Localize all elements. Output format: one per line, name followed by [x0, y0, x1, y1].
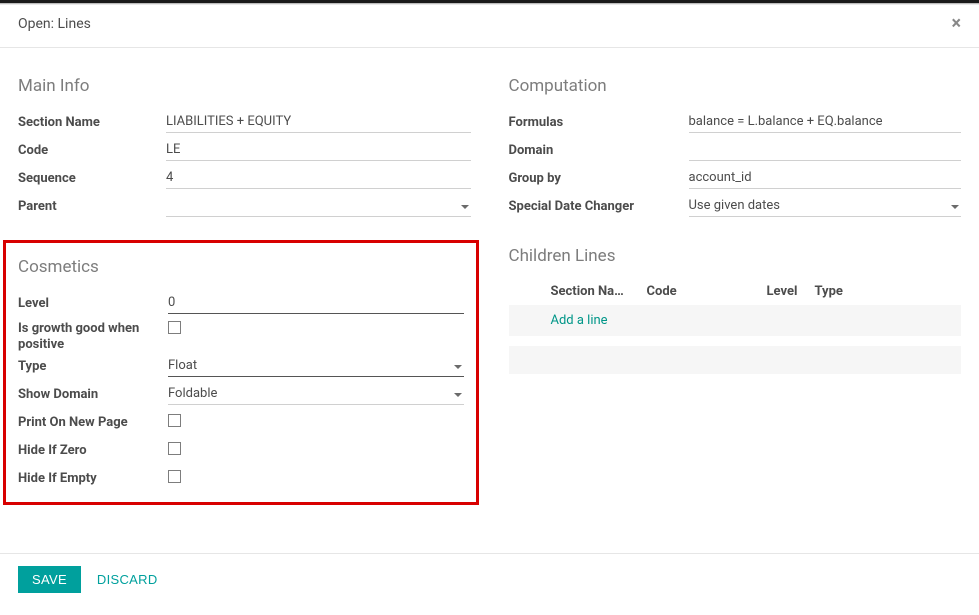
label-parent: Parent — [18, 199, 166, 214]
row-print-new-page: Print On New Page — [18, 408, 464, 436]
select-type[interactable] — [168, 355, 464, 377]
input-group-by[interactable] — [689, 167, 962, 189]
row-section-name: Section Name — [18, 108, 471, 136]
main-info-heading: Main Info — [18, 76, 471, 96]
label-growth: Is growth good when positive — [18, 321, 168, 352]
modal-title: Open: Lines — [18, 16, 91, 32]
modal-footer: SAVE DISCARD — [0, 553, 979, 605]
row-code: Code — [18, 136, 471, 164]
close-icon[interactable]: × — [951, 15, 961, 33]
label-hide-if-zero: Hide If Zero — [18, 443, 168, 458]
checkbox-hide-if-zero[interactable] — [168, 442, 181, 455]
checkbox-print-new-page[interactable] — [168, 414, 181, 427]
input-section-name[interactable] — [166, 111, 471, 133]
row-parent: Parent — [18, 192, 471, 220]
modal-body: Main Info Section Name Code Sequence Par… — [0, 48, 979, 505]
label-code: Code — [18, 143, 166, 158]
label-special-date: Special Date Changer — [509, 199, 689, 214]
computation-heading: Computation — [509, 76, 962, 96]
discard-button[interactable]: DISCARD — [97, 572, 158, 587]
input-sequence[interactable] — [166, 167, 471, 189]
row-sequence: Sequence — [18, 164, 471, 192]
cosmetics-highlight-box: Cosmetics Level Is growth good when posi… — [3, 240, 479, 505]
add-line-link[interactable]: Add a line — [551, 313, 608, 328]
children-heading: Children Lines — [509, 246, 962, 266]
input-domain[interactable] — [689, 139, 962, 161]
row-hide-if-empty: Hide If Empty — [18, 464, 464, 492]
label-sequence: Sequence — [18, 171, 166, 186]
row-formulas: Formulas — [509, 108, 962, 136]
label-formulas: Formulas — [509, 115, 689, 130]
label-hide-if-empty: Hide If Empty — [18, 471, 168, 486]
input-code[interactable] — [166, 139, 471, 161]
row-group-by: Group by — [509, 164, 962, 192]
row-show-domain: Show Domain — [18, 380, 464, 408]
select-special-date[interactable] — [689, 195, 962, 217]
select-parent[interactable] — [166, 195, 471, 217]
checkbox-growth[interactable] — [168, 321, 181, 334]
input-level[interactable] — [168, 292, 464, 314]
cosmetics-heading: Cosmetics — [18, 257, 464, 277]
row-type: Type — [18, 352, 464, 380]
label-level: Level — [18, 296, 168, 311]
label-group-by: Group by — [509, 171, 689, 186]
row-special-date: Special Date Changer — [509, 192, 962, 220]
col-type: Type — [815, 284, 952, 299]
left-column: Main Info Section Name Code Sequence Par… — [18, 76, 471, 505]
children-empty-strip — [509, 346, 962, 374]
label-domain: Domain — [509, 143, 689, 158]
children-lines-section: Children Lines Section Na… Code Level Ty… — [509, 246, 962, 374]
col-section-name: Section Na… — [551, 284, 647, 299]
save-button[interactable]: SAVE — [18, 566, 81, 593]
checkbox-hide-if-empty[interactable] — [168, 470, 181, 483]
label-section-name: Section Name — [18, 115, 166, 130]
children-table: Section Na… Code Level Type Add a line — [509, 278, 962, 374]
modal-header: Open: Lines × — [0, 5, 979, 48]
row-hide-if-zero: Hide If Zero — [18, 436, 464, 464]
label-show-domain: Show Domain — [18, 387, 168, 402]
select-show-domain[interactable] — [168, 383, 464, 405]
children-table-header: Section Na… Code Level Type — [509, 278, 962, 305]
label-print-new-page: Print On New Page — [18, 415, 168, 430]
row-growth: Is growth good when positive — [18, 317, 464, 352]
col-level: Level — [767, 284, 815, 299]
input-formulas[interactable] — [689, 111, 962, 133]
row-domain: Domain — [509, 136, 962, 164]
children-add-line-row: Add a line — [509, 305, 962, 336]
col-code: Code — [647, 284, 767, 299]
row-level: Level — [18, 289, 464, 317]
right-column: Computation Formulas Domain Group by Spe… — [509, 76, 962, 505]
label-type: Type — [18, 359, 168, 374]
